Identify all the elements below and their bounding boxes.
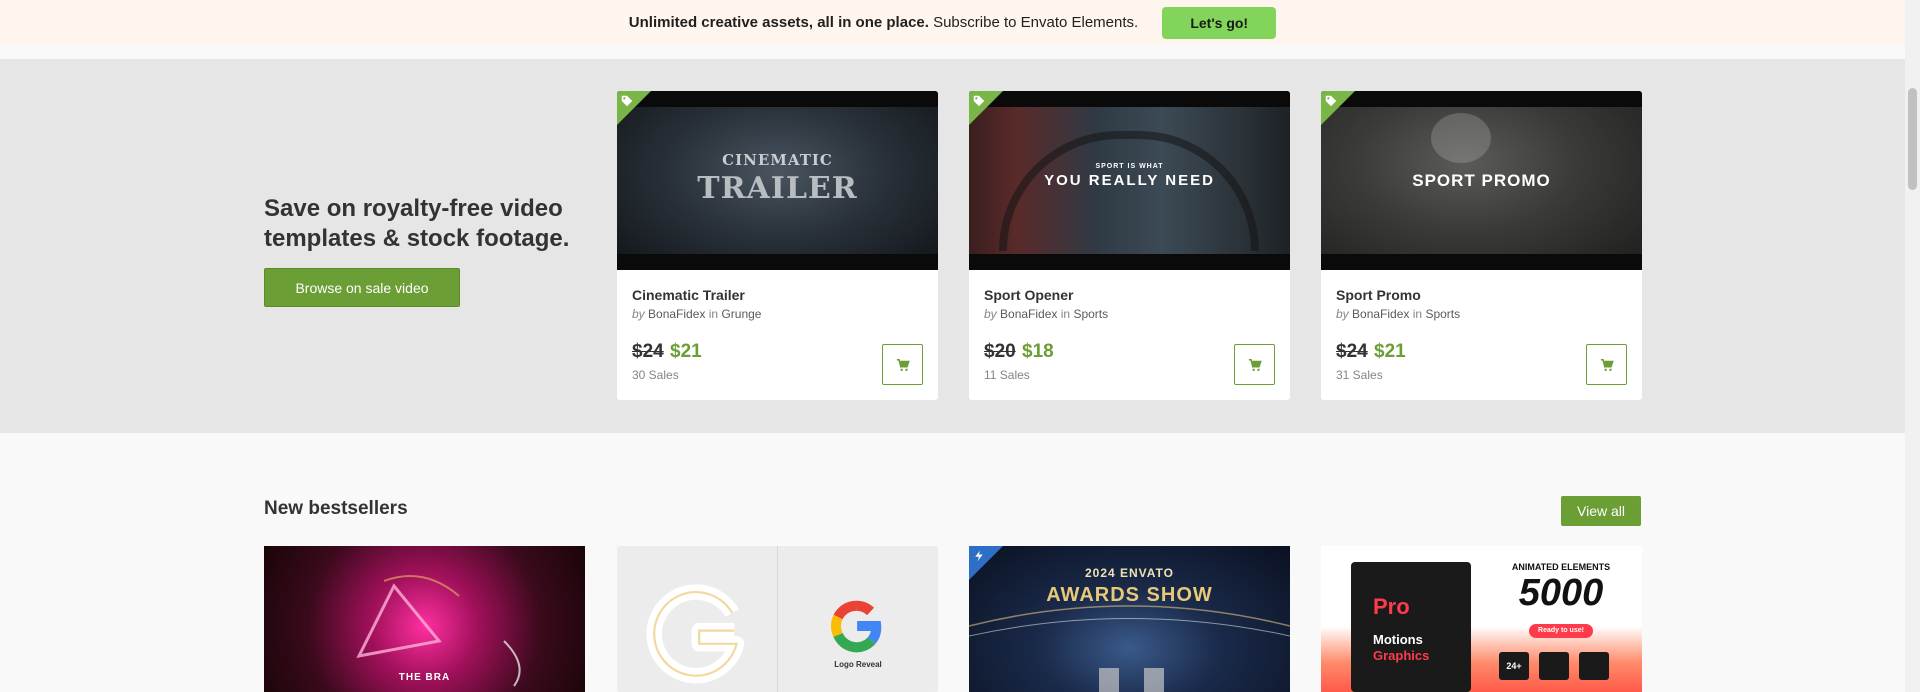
thumb-text: Motions <box>1373 632 1423 647</box>
bestseller-thumbnail[interactable]: 2024 ENVATO AWARDS SHOW <box>969 546 1290 692</box>
bestseller-thumbnail[interactable]: Logo Reveal <box>617 546 938 692</box>
thumb-text: 5000 <box>1518 572 1604 614</box>
new-price: $18 <box>1022 341 1054 362</box>
thumb-text: ANIMATED ELEMENTS <box>1511 562 1611 572</box>
product-thumbnail[interactable]: SPORT IS WHAT YOU REALLY NEED <box>969 91 1290 270</box>
promo-bold-text: Unlimited creative assets, all in one pl… <box>628 14 929 31</box>
product-thumbnail[interactable]: CINEMATIC TRAILER <box>617 91 938 270</box>
view-all-button[interactable]: View all <box>1561 496 1641 526</box>
category-link[interactable]: Sports <box>1073 307 1108 321</box>
cart-icon <box>1600 358 1614 371</box>
new-price: $21 <box>1374 341 1406 362</box>
category-link[interactable]: Grunge <box>721 307 761 321</box>
tag-icon <box>1325 95 1337 107</box>
product-meta: by BonaFidex in Sports <box>984 307 1108 321</box>
sales-count: 31 Sales <box>1336 368 1383 382</box>
by-label: by <box>1336 307 1349 321</box>
in-label: in <box>1060 307 1071 321</box>
thumb-text: Graphics <box>1373 648 1430 663</box>
thumb-text: 2024 ENVATO <box>1084 566 1175 580</box>
sale-heading: Save on royalty-free video templates & s… <box>264 195 570 252</box>
old-price: $20 <box>984 341 1016 362</box>
thumb-text: Pro <box>1373 594 1410 619</box>
promo-text: Unlimited creative assets, all in one pl… <box>629 14 1138 31</box>
product-box-graphic <box>1351 562 1471 692</box>
browse-on-sale-button[interactable]: Browse on sale video <box>264 268 460 307</box>
by-label: by <box>984 307 997 321</box>
ready-badge: Ready to use! <box>1529 624 1593 638</box>
product-thumbnail[interactable]: SPORT PROMO <box>1321 91 1642 270</box>
bestsellers-heading: New bestsellers <box>264 498 408 519</box>
scrollbar-thumb[interactable] <box>1908 88 1917 190</box>
product-meta: by BonaFidex in Sports <box>1336 307 1460 321</box>
product-card[interactable]: CINEMATIC TRAILER Cinematic Trailer by B… <box>617 91 938 400</box>
in-label: in <box>1412 307 1423 321</box>
thumb-text: CINEMATIC <box>722 151 833 169</box>
old-price: $24 <box>632 341 664 362</box>
author-link[interactable]: BonaFidex <box>1000 307 1057 321</box>
product-title[interactable]: Sport Opener <box>984 287 1073 303</box>
product-title[interactable]: Sport Promo <box>1336 287 1421 303</box>
sales-count: 30 Sales <box>632 368 679 382</box>
promo-subscribe-text: Subscribe to Envato Elements. <box>928 14 1139 31</box>
thumb-text: AWARDS SHOW <box>1046 584 1213 606</box>
thumb-text: YOU REALLY NEED <box>1044 172 1215 189</box>
by-label: by <box>632 307 645 321</box>
thumb-text: SPORT IS WHAT <box>1095 163 1164 170</box>
old-price: $24 <box>1336 341 1368 362</box>
product-title[interactable]: Cinematic Trailer <box>632 287 745 303</box>
product-card[interactable]: SPORT PROMO Sport Promo by BonaFidex in … <box>1321 91 1642 400</box>
author-link[interactable]: BonaFidex <box>648 307 705 321</box>
sales-count: 11 Sales <box>984 368 1030 382</box>
category-link[interactable]: Sports <box>1425 307 1460 321</box>
product-card[interactable]: SPORT IS WHAT YOU REALLY NEED Sport Open… <box>969 91 1290 400</box>
thumb-text: TRAILER <box>697 171 858 206</box>
neon-triangle-graphic <box>356 575 521 687</box>
thumb-text: THE BRA <box>398 672 451 683</box>
new-price: $21 <box>670 341 702 362</box>
cart-icon <box>896 358 910 371</box>
cart-icon <box>1248 358 1262 371</box>
promo-bar: Unlimited creative assets, all in one pl… <box>0 0 1905 45</box>
product-meta: by BonaFidex in Grunge <box>632 307 761 321</box>
tag-icon <box>621 95 633 107</box>
google-logo-3d-graphic <box>646 584 745 684</box>
stat-badge: 24+ <box>1499 652 1529 680</box>
add-to-cart-button[interactable] <box>1586 344 1627 385</box>
in-label: in <box>708 307 719 321</box>
sale-section: Save on royalty-free video templates & s… <box>0 59 1905 433</box>
author-link[interactable]: BonaFidex <box>1352 307 1409 321</box>
thumb-text: SPORT PROMO <box>1412 171 1551 190</box>
tag-icon <box>973 95 985 107</box>
add-to-cart-button[interactable] <box>1234 344 1275 385</box>
stat-badge <box>1579 652 1609 680</box>
stat-badge <box>1539 652 1569 680</box>
bestseller-thumbnail[interactable]: Pro Motions Graphics ANIMATED ELEMENTS 5… <box>1321 546 1642 692</box>
add-to-cart-button[interactable] <box>882 344 923 385</box>
bestseller-thumbnail[interactable]: THE BRA <box>264 546 585 692</box>
page-scrollbar[interactable] <box>1905 0 1920 692</box>
lets-go-button[interactable]: Let's go! <box>1162 6 1277 39</box>
thumb-text: Logo Reveal <box>834 660 882 669</box>
google-logo-graphic <box>831 600 882 653</box>
